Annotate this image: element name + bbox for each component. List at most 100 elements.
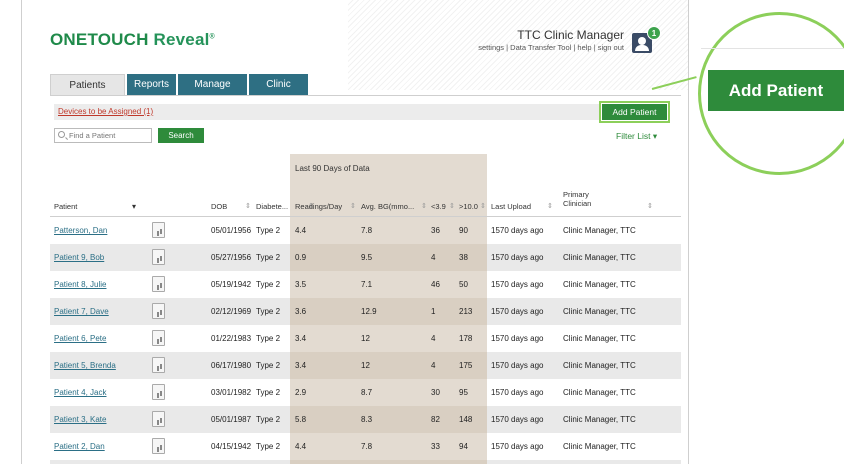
patient-name-link[interactable]: Patient 4, Jack xyxy=(54,388,106,397)
header-readings[interactable]: Readings/Day xyxy=(295,202,342,211)
filter-list-dropdown[interactable]: Filter List ▾ xyxy=(616,131,657,142)
table-row[interactable]: Patterson, Dan 05/01/1956 Type 2 4.4 7.8 36 90… xyxy=(50,217,681,244)
tab-reports[interactable]: Reports xyxy=(127,74,176,95)
patient-name-link[interactable]: Patterson, Dan xyxy=(54,226,107,235)
clinician-sort-icon[interactable]: ⇕ xyxy=(647,202,653,210)
clinician-cell: Clinic Manager, TTC xyxy=(563,388,636,397)
tab-patients[interactable]: Patients xyxy=(50,74,125,96)
document-icon[interactable] xyxy=(152,222,165,238)
high-cell: 95 xyxy=(459,388,468,397)
document-icon[interactable] xyxy=(152,249,165,265)
document-icon[interactable] xyxy=(152,357,165,373)
document-icon[interactable] xyxy=(152,411,165,427)
document-icon[interactable] xyxy=(152,330,165,346)
document-icon[interactable] xyxy=(152,438,165,454)
high-cell: 175 xyxy=(459,361,473,370)
patient-sort-icon[interactable]: ▾ xyxy=(132,202,136,211)
low-cell: 82 xyxy=(431,415,440,424)
patient-name-link[interactable]: Patient 9, Bob xyxy=(54,253,104,262)
low-sort-icon[interactable]: ⇕ xyxy=(449,202,455,210)
table-row[interactable]: Patient 2, Dan 04/15/1942 Type 2 4.4 7.8 33 94… xyxy=(50,433,681,460)
clinician-cell: Clinic Manager, TTC xyxy=(563,280,636,289)
table-row[interactable]: Patient 1, Dora02/17/1965Type 21.611.208… xyxy=(50,460,681,464)
dob-cell: 05/01/1956 xyxy=(211,226,252,235)
avg-bg-cell: 7.8 xyxy=(361,442,373,451)
table-row[interactable]: Patient 7, Dave 02/12/1969 Type 2 3.6 12.9 1 2… xyxy=(50,298,681,325)
dob-cell: 05/19/1942 xyxy=(211,280,252,289)
dob-sort-icon[interactable]: ⇕ xyxy=(245,202,251,210)
low-cell: 46 xyxy=(431,280,440,289)
readings-cell: 5.8 xyxy=(295,415,307,424)
header-low[interactable]: <3.9 xyxy=(431,202,446,211)
last-upload-cell: 1570 days ago xyxy=(491,226,544,235)
patient-name-link[interactable]: Patient 6, Pete xyxy=(54,334,106,343)
header-dob[interactable]: DOB xyxy=(211,202,227,211)
last-upload-cell: 1570 days ago xyxy=(491,415,544,424)
patient-name-link[interactable]: Patient 8, Julie xyxy=(54,280,106,289)
high-cell: 38 xyxy=(459,253,468,262)
row-data-shade xyxy=(290,406,487,433)
high-cell: 148 xyxy=(459,415,473,424)
header-last-upload[interactable]: Last Upload xyxy=(491,202,531,211)
diabetes-type-cell: Type 2 xyxy=(256,415,281,424)
readings-sort-icon[interactable]: ⇕ xyxy=(350,202,356,210)
low-cell: 33 xyxy=(431,442,440,451)
low-cell: 4 xyxy=(431,361,436,370)
low-cell: 1 xyxy=(431,307,436,316)
user-links[interactable]: settings | Data Transfer Tool | help | s… xyxy=(478,43,624,52)
clinician-cell: Clinic Manager, TTC xyxy=(563,442,636,451)
tab-clinic-users[interactable]: Clinic Users xyxy=(249,74,308,111)
readings-cell: 3.4 xyxy=(295,361,307,370)
header-high[interactable]: >10.0 xyxy=(459,202,478,211)
group-header: Last 90 Days of Data xyxy=(295,164,370,173)
tab-manage-clinic[interactable]: Manage Clinic xyxy=(178,74,247,111)
row-data-shade xyxy=(290,244,487,271)
readings-cell: 3.4 xyxy=(295,334,307,343)
row-data-shade xyxy=(290,271,487,298)
last-upload-sort-icon[interactable]: ⇕ xyxy=(547,202,553,210)
add-patient-button[interactable]: Add Patient xyxy=(599,101,670,123)
document-icon[interactable] xyxy=(152,276,165,292)
table-row[interactable]: Patient 3, Kate 05/01/1987 Type 2 5.8 8.3 82 1… xyxy=(50,406,681,433)
document-icon[interactable] xyxy=(152,303,165,319)
low-cell: 30 xyxy=(431,388,440,397)
avg-bg-cell: 8.7 xyxy=(361,388,373,397)
readings-cell: 4.4 xyxy=(295,226,307,235)
diabetes-type-cell: Type 2 xyxy=(256,388,281,397)
table-row[interactable]: Patient 8, Julie 05/19/1942 Type 2 3.5 7.1 46… xyxy=(50,271,681,298)
header-clinician-line2: Clinician xyxy=(563,199,592,208)
clinician-cell: Clinic Manager, TTC xyxy=(563,415,636,424)
patient-name-link[interactable]: Patient 2, Dan xyxy=(54,442,105,451)
table-row[interactable]: Patient 4, Jack 03/01/1982 Type 2 2.9 8.7 30 9… xyxy=(50,379,681,406)
callout-divider xyxy=(701,48,844,49)
search-icon xyxy=(58,131,65,138)
clinician-cell: Clinic Manager, TTC xyxy=(563,253,636,262)
search-button[interactable]: Search xyxy=(158,128,204,143)
high-cell: 90 xyxy=(459,226,468,235)
header-diabetes[interactable]: Diabete... xyxy=(256,202,288,211)
header-patient[interactable]: Patient xyxy=(54,202,77,211)
readings-cell: 4.4 xyxy=(295,442,307,451)
row-data-shade xyxy=(290,217,487,244)
table-row[interactable]: Patient 5, Brenda 06/17/1980 Type 2 3.4 12 4 1… xyxy=(50,352,681,379)
search-input[interactable]: Find a Patient xyxy=(54,128,152,143)
diabetes-type-cell: Type 2 xyxy=(256,334,281,343)
clinician-cell: Clinic Manager, TTC xyxy=(563,307,636,316)
header-clinician[interactable]: Primary Clinician xyxy=(563,190,591,208)
avg-bg-cell: 12.9 xyxy=(361,307,377,316)
patient-name-link[interactable]: Patient 7, Dave xyxy=(54,307,109,316)
patient-name-link[interactable]: Patient 5, Brenda xyxy=(54,361,116,370)
devices-link[interactable]: Devices to be Assigned (1) xyxy=(58,107,153,116)
high-sort-icon[interactable]: ⇕ xyxy=(480,202,486,210)
avg-bg-sort-icon[interactable]: ⇕ xyxy=(421,202,427,210)
patient-name-link[interactable]: Patient 3, Kate xyxy=(54,415,106,424)
callout-add-patient-button[interactable]: Add Patient xyxy=(708,70,844,111)
avg-bg-cell: 9.5 xyxy=(361,253,373,262)
dob-cell: 04/15/1942 xyxy=(211,442,252,451)
table-row[interactable]: Patient 9, Bob 05/27/1956 Type 2 0.9 9.5 4 38 1… xyxy=(50,244,681,271)
table-row[interactable]: Patient 6, Pete 01/22/1983 Type 2 3.4 12 4 178… xyxy=(50,325,681,352)
high-cell: 213 xyxy=(459,307,473,316)
document-icon[interactable] xyxy=(152,384,165,400)
header-avg-bg[interactable]: Avg. BG(mmo... xyxy=(361,202,414,211)
notification-badge[interactable]: 1 xyxy=(647,26,661,40)
